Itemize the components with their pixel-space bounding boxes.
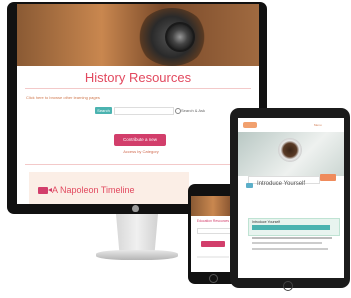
- phone-page-title: Education Resources: [196, 219, 230, 223]
- site-logo[interactable]: [243, 122, 257, 128]
- menu-link[interactable]: Menu: [314, 123, 322, 127]
- divider: [25, 164, 251, 165]
- phone-contribute-button[interactable]: [201, 241, 225, 247]
- apple-logo-icon: [132, 205, 139, 212]
- text-line: [252, 248, 328, 250]
- tablet-screen: Menu Introduce Yourself Introduce Yourse…: [238, 118, 344, 278]
- desktop-screen: History Resources Click here to browse o…: [17, 4, 259, 204]
- browse-link[interactable]: Click here to browse other learning page…: [26, 95, 100, 100]
- tablet-home-button[interactable]: [283, 281, 293, 291]
- coffee-cup-image: [278, 138, 302, 162]
- video-camera-icon: [38, 187, 48, 194]
- access-link[interactable]: Access by Category: [117, 149, 165, 154]
- camera-lens-image: [165, 22, 195, 52]
- phone-screen: Education Resources: [191, 196, 235, 272]
- timeline-title[interactable]: A Napoleon Timeline: [52, 185, 135, 195]
- phone-hero-image: [191, 196, 235, 216]
- tablet-search-button[interactable]: [320, 174, 336, 181]
- monitor-stand: [116, 214, 158, 254]
- page-title: History Resources: [84, 70, 192, 85]
- search-input[interactable]: [114, 107, 174, 115]
- chat-icon: [246, 183, 253, 188]
- divider: [25, 88, 251, 89]
- search-button[interactable]: Search: [95, 107, 112, 114]
- note-title: Introduce Yourself: [252, 220, 281, 224]
- text-line: [252, 242, 322, 244]
- tablet-heading: Introduce Yourself: [257, 181, 306, 187]
- contribute-button[interactable]: Contribute a new resource: [114, 134, 166, 154]
- text-line: [252, 237, 332, 239]
- note-highlight-bar: [252, 225, 330, 230]
- phone-divider: [197, 256, 229, 258]
- radio-label: Search & Ask: [181, 108, 206, 113]
- phone-home-button[interactable]: [209, 274, 218, 283]
- phone-search-input[interactable]: [197, 228, 231, 234]
- monitor-base: [96, 250, 178, 260]
